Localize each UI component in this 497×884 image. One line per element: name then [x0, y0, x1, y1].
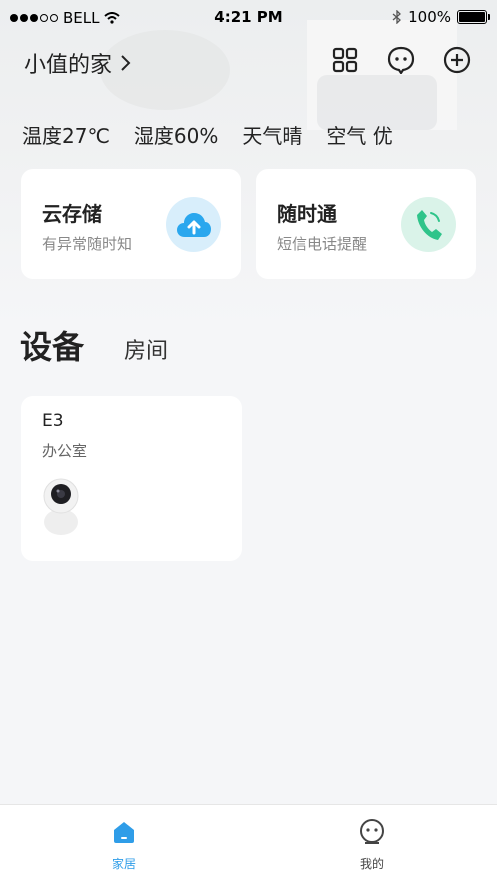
phone-icon	[401, 197, 456, 252]
home-name: 小值的家	[24, 53, 113, 78]
grid-icon[interactable]	[329, 44, 361, 76]
service-subtitle: 短信电话提醒	[277, 235, 368, 253]
home-selector[interactable]: 小值的家	[24, 47, 132, 79]
cloud-storage-card[interactable]: 云存储 有异常随时知	[21, 169, 241, 279]
chevron-right-icon	[121, 55, 131, 71]
device-name: E3	[42, 411, 64, 431]
service-title: 随时通	[277, 202, 337, 226]
tab-home-label: 家居	[111, 857, 136, 871]
profile-face-icon	[360, 819, 384, 844]
weather-info: 温度27℃ 湿度60% 天气晴 空气 优	[22, 120, 393, 149]
humidity: 湿度60%	[133, 124, 219, 148]
battery-percent: 100%	[408, 8, 451, 26]
service-title: 云存储	[42, 202, 102, 226]
device-card[interactable]: E3 办公室	[21, 396, 242, 561]
tab-mine[interactable]: 我的	[312, 819, 432, 872]
call-alert-card[interactable]: 随时通 短信电话提醒	[256, 169, 476, 279]
section-tabs: 设备 房间	[20, 322, 168, 368]
device-room: 办公室	[42, 442, 88, 460]
weather-condition: 天气晴	[242, 124, 303, 148]
header: 小值的家	[24, 44, 473, 80]
tab-devices[interactable]: 设备	[20, 322, 84, 368]
home-icon	[114, 822, 134, 843]
bluetooth-icon	[392, 10, 402, 24]
battery-icon	[457, 10, 490, 24]
cloud-upload-icon	[166, 197, 221, 252]
service-subtitle: 有异常随时知	[42, 235, 133, 253]
camera-icon	[42, 478, 80, 540]
air-quality: 空气 优	[326, 124, 393, 148]
tab-rooms[interactable]: 房间	[124, 333, 168, 365]
tab-home[interactable]: 家居	[64, 819, 184, 872]
bottom-tab-bar: 家居 我的	[0, 804, 497, 884]
message-icon[interactable]	[385, 44, 417, 76]
temperature: 温度27℃	[22, 124, 110, 148]
tab-mine-label: 我的	[359, 857, 384, 871]
status-bar: BELL 4:21 PM 100%	[0, 0, 497, 36]
add-icon[interactable]	[441, 44, 473, 76]
